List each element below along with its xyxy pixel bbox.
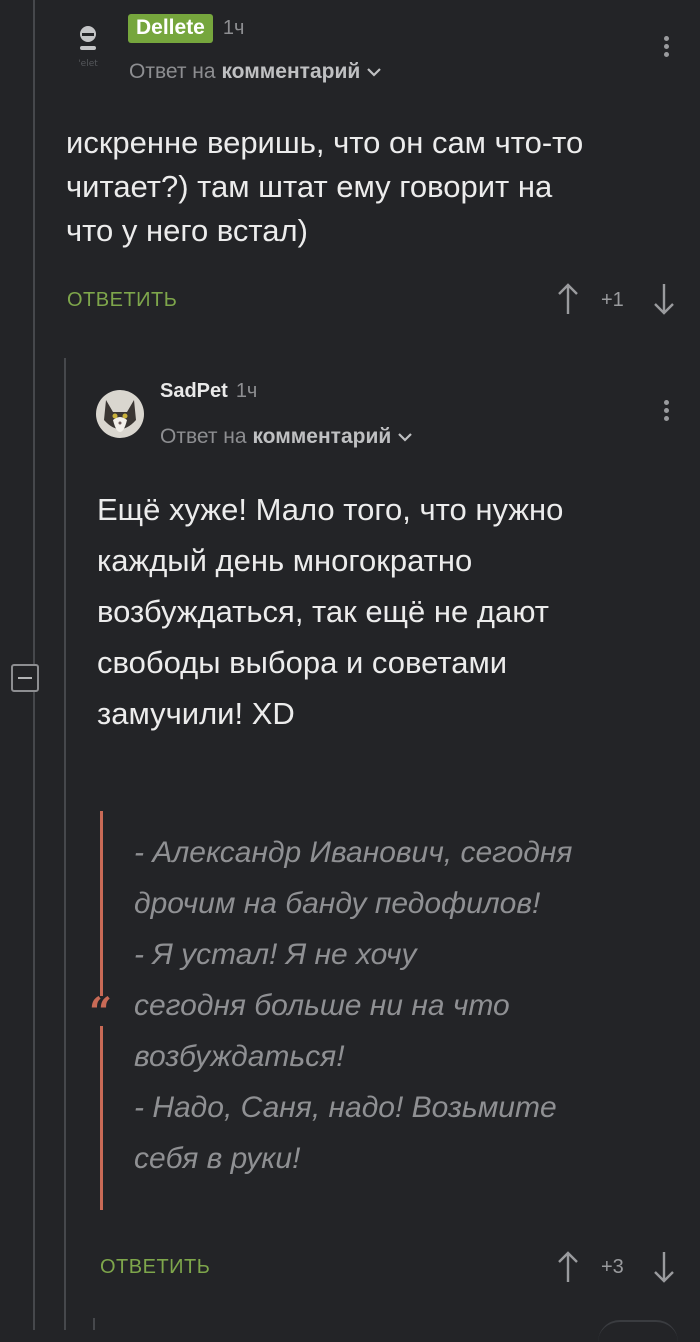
- reply-to-link[interactable]: Ответ на комментарий: [160, 425, 413, 449]
- quote-text: - Александр Иванович, сегодня дрочим на …: [134, 836, 573, 1175]
- svg-text:'elet: 'elet: [78, 59, 98, 69]
- comment-time: 1ч: [235, 380, 258, 402]
- arrow-down-icon[interactable]: [653, 282, 675, 316]
- reply-to-link[interactable]: Ответ на комментарий: [129, 60, 382, 84]
- next-thread-line: [93, 1318, 95, 1330]
- username[interactable]: SadPet: [160, 380, 228, 403]
- chevron-down-icon: [398, 433, 413, 442]
- quote-bar-bottom: [100, 1026, 103, 1210]
- quote-bar-top: [100, 811, 103, 996]
- deleted-avatar-icon[interactable]: 'elet: [66, 20, 110, 72]
- thread-line-inner: [64, 358, 66, 1330]
- comment-text: Ещё хуже! Мало того, что нужно каждый де…: [97, 492, 564, 731]
- more-dots-icon[interactable]: [664, 397, 670, 424]
- arrow-down-icon[interactable]: [653, 1250, 675, 1284]
- reply-button[interactable]: ОТВЕТИТЬ: [67, 289, 177, 312]
- username[interactable]: Dellete: [128, 14, 213, 43]
- reply-prefix: Ответ на: [129, 60, 216, 83]
- vote-score: +1: [601, 289, 624, 311]
- next-avatar-hint: [598, 1320, 678, 1342]
- comment-time: 1ч: [222, 17, 245, 39]
- cat-avatar-icon[interactable]: [96, 390, 144, 438]
- arrow-up-icon[interactable]: [557, 1250, 579, 1284]
- reply-button[interactable]: ОТВЕТИТЬ: [100, 1256, 210, 1279]
- comment-text: искренне веришь, что он сам что-то читае…: [66, 125, 584, 248]
- arrow-up-icon[interactable]: [557, 282, 579, 316]
- more-dots-icon[interactable]: [664, 33, 670, 60]
- reply-target: комментарий: [252, 425, 392, 448]
- collapse-thread-button[interactable]: [11, 664, 39, 692]
- vote-score: +3: [601, 1256, 624, 1278]
- reply-target: комментарий: [221, 60, 361, 83]
- collapse-icon: [18, 677, 32, 679]
- chevron-down-icon: [367, 68, 382, 77]
- reply-prefix: Ответ на: [160, 425, 247, 448]
